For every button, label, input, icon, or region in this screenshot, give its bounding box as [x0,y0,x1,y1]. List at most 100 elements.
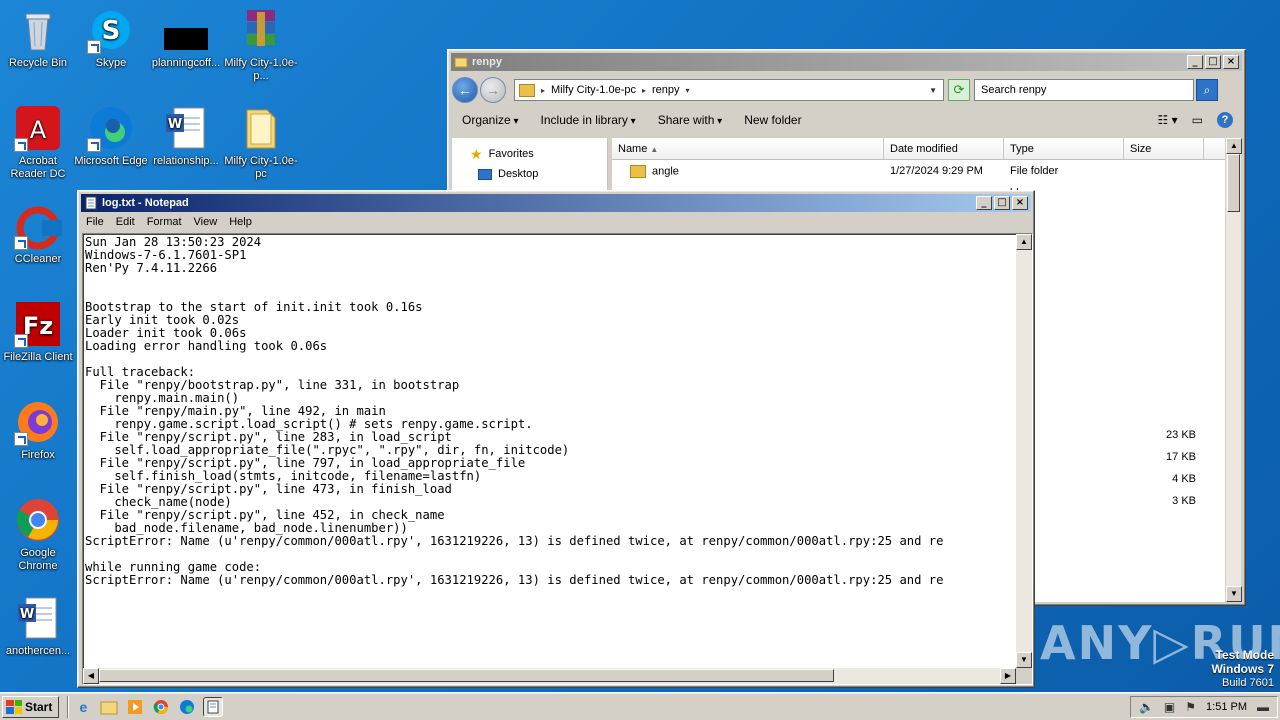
notepad-menubar: File Edit Format View Help [82,213,252,231]
menu-help[interactable]: Help [229,216,252,228]
forward-button[interactable]: → [480,77,506,103]
search-button[interactable]: ⌕ [1196,79,1218,101]
desktop-icon-milfy-archive[interactable]: Milfy City-1.0e-p... [223,6,299,83]
scroll-up-button[interactable]: ▲ [1226,138,1242,154]
file-type: File folder [1010,165,1059,177]
edge-icon[interactable] [177,697,197,717]
column-type[interactable]: Type [1004,138,1124,159]
winrar-archive-icon [237,6,285,54]
breadcrumb-item[interactable]: renpy [652,84,680,96]
file-list-scrollbar[interactable]: ▲ ▼ [1225,138,1242,602]
explorer-toolbar: Organize Include in library Share with N… [452,108,1241,132]
log-text[interactable]: Sun Jan 28 13:50:23 2024 Windows-7-6.1.7… [85,236,1015,666]
media-player-icon[interactable] [125,697,145,717]
notepad-vertical-scrollbar[interactable]: ▲ ▼ [1016,234,1032,668]
windows-explorer-icon[interactable] [99,697,119,717]
desktop-icon-label: Microsoft Edge [74,155,148,167]
desktop-icon-label: Skype [95,57,127,69]
column-date[interactable]: Date modified [884,138,1004,159]
word-document-icon: W [14,594,62,642]
recycle-bin-icon [14,6,62,54]
organize-button[interactable]: Organize [462,113,519,127]
desktop-icon-relationship[interactable]: W relationship... [148,104,224,168]
close-button[interactable]: × [1012,196,1028,210]
show-desktop-icon[interactable]: ▬ [1257,700,1269,714]
desktop-icon-firefox[interactable]: Firefox [0,398,76,462]
svg-text:W: W [168,117,182,132]
desktop-icon-planningcoff[interactable]: planningcoff... [148,6,224,70]
close-button[interactable]: × [1223,55,1239,69]
notepad-horizontal-scrollbar[interactable]: ◀ ▶ [83,668,1016,684]
notepad-text-area[interactable]: Sun Jan 28 13:50:23 2024 Windows-7-6.1.7… [82,233,1033,685]
file-name: angle [652,164,679,177]
column-name[interactable]: Name ▲ [612,138,884,159]
desktop-icon-skype[interactable]: S Skype [73,6,149,70]
notepad-icon [84,196,98,210]
maximize-button[interactable]: □ [1205,55,1221,69]
volume-icon[interactable]: 🔈 [1139,700,1154,714]
internet-explorer-icon[interactable]: e [73,697,93,717]
address-dropdown-button[interactable]: ▼ [929,86,937,95]
minimize-button[interactable]: _ [976,196,992,210]
start-button[interactable]: Start [2,695,60,718]
minimize-button[interactable]: _ [1187,55,1203,69]
menu-edit[interactable]: Edit [116,216,135,228]
scroll-left-button[interactable]: ◀ [83,668,99,684]
maximize-button[interactable]: □ [994,196,1010,210]
word-document-icon: W [162,104,210,152]
resize-grip[interactable] [1016,668,1032,684]
build-label: Build 7601 [1222,677,1274,689]
scroll-down-button[interactable]: ▼ [1226,586,1242,602]
file-row[interactable]: angle 1/27/2024 9:29 PM File folder [612,160,1227,182]
desktop-icon-label: Acrobat Reader DC [10,155,66,180]
taskbar-separator [67,695,70,718]
share-with-button[interactable]: Share with [658,113,723,127]
notepad-titlebar[interactable]: log.txt - Notepad _ □ × [81,194,1031,212]
desktop-icon-anothercen[interactable]: W anothercen... [0,594,76,658]
scroll-thumb[interactable] [99,669,834,682]
chevron-down-icon[interactable]: ▾ [686,86,690,95]
desktop-icon-edge[interactable]: Microsoft Edge [73,104,149,168]
desktop-icon-label: Milfy City-1.0e-pc [224,155,298,180]
scroll-up-button[interactable]: ▲ [1016,234,1032,250]
desktop-icon-chrome[interactable]: Google Chrome [0,496,76,573]
notepad-taskbar-icon[interactable] [203,696,224,717]
refresh-button[interactable]: ⟳ [948,79,970,101]
include-in-library-button[interactable]: Include in library [541,113,636,127]
desktop-icon-ccleaner[interactable]: CCleaner [0,202,76,266]
network-icon[interactable]: ▣ [1164,700,1175,714]
column-size[interactable]: Size [1124,138,1204,159]
desktop-icon-recycle-bin[interactable]: Recycle Bin [0,6,76,70]
breadcrumb-item[interactable]: Milfy City-1.0e-pc [551,84,636,96]
windows-logo-icon [6,699,22,714]
preview-pane-icon[interactable]: ▭ [1192,113,1203,127]
chrome-icon[interactable] [151,697,171,717]
test-mode-watermark: Test Mode Windows 7 Build 7601 [1211,648,1274,690]
clock[interactable]: 1:51 PM [1206,701,1247,713]
menu-file[interactable]: File [86,216,104,228]
action-center-flag-icon[interactable]: ⚑ [1185,700,1196,714]
scroll-down-button[interactable]: ▼ [1016,652,1032,668]
black-file-icon [162,6,210,54]
help-icon[interactable]: ? [1217,112,1233,128]
address-bar[interactable]: ▸ Milfy City-1.0e-pc ▸ renpy ▾ ▼ [514,79,944,101]
desktop-icon-filezilla[interactable]: Fz FileZilla Client [0,300,76,364]
desktop-icon-acrobat[interactable]: A Acrobat Reader DC [0,104,76,181]
scroll-right-button[interactable]: ▶ [1000,668,1016,684]
desktop-icon-milfy-folder[interactable]: Milfy City-1.0e-pc [223,104,299,181]
back-button[interactable]: ← [452,77,478,103]
explorer-titlebar[interactable]: renpy _ □ × [451,53,1242,71]
svg-text:A: A [30,116,47,144]
desktop-icon-label: CCleaner [14,253,62,265]
new-folder-button[interactable]: New folder [744,113,801,127]
menu-view[interactable]: View [194,216,218,228]
notepad-window[interactable]: log.txt - Notepad _ □ × File Edit Format… [77,190,1035,688]
nav-favorites[interactable]: ★ Favorites [452,144,607,164]
menu-format[interactable]: Format [147,216,182,228]
scroll-thumb[interactable] [1227,154,1240,212]
folder-icon [630,164,646,178]
shortcut-arrow-icon [14,432,28,446]
search-input[interactable]: Search renpy [974,79,1194,101]
nav-desktop[interactable]: Desktop [452,164,607,184]
view-options-icon[interactable]: ☷ ▾ [1158,113,1178,127]
